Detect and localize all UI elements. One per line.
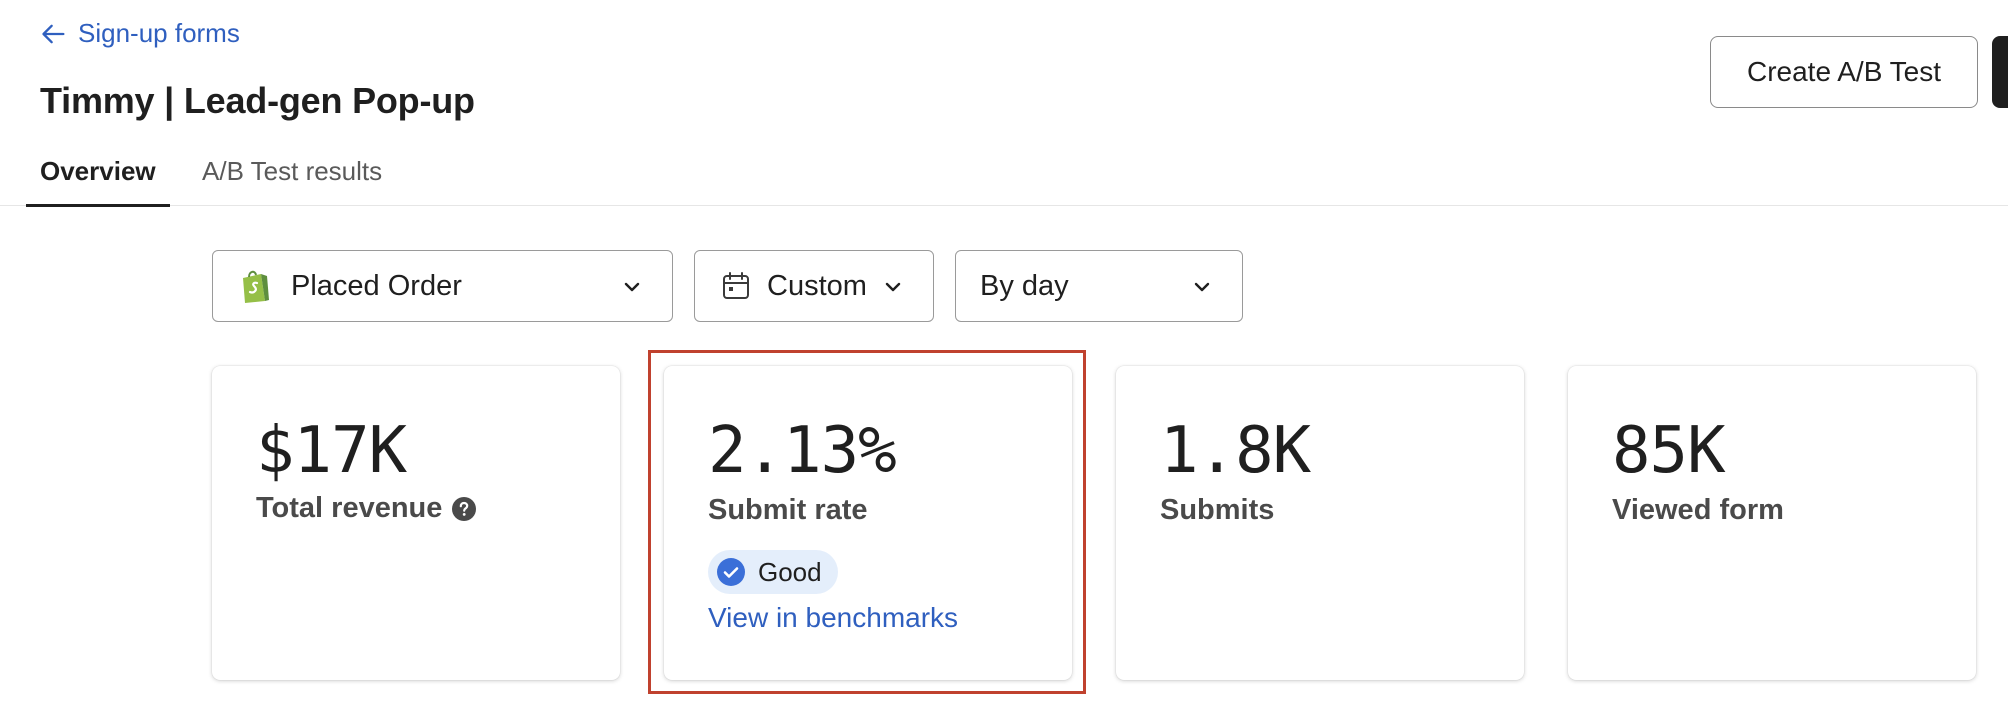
tab-ab-test-results[interactable]: A/B Test results <box>188 156 396 206</box>
total-revenue-card: $17K Total revenue <box>212 366 620 680</box>
page: Sign-up forms Timmy | Lead-gen Pop-up Cr… <box>0 0 2008 716</box>
submits-card: 1.8K Submits <box>1116 366 1524 680</box>
page-title: Timmy | Lead-gen Pop-up <box>40 80 475 121</box>
metric-select-value: Placed Order <box>291 269 462 302</box>
chevron-down-icon <box>885 282 901 292</box>
submits-value: 1.8K <box>1160 414 1311 488</box>
viewed-form-label: Viewed form <box>1612 494 1784 526</box>
primary-action-button[interactable] <box>1992 36 2008 108</box>
status-badge-label: Good <box>758 556 822 587</box>
total-revenue-label: Total revenue <box>256 492 443 524</box>
group-by-select[interactable]: By day <box>955 250 1243 322</box>
submits-label: Submits <box>1160 494 1275 526</box>
status-badge: Good <box>708 550 838 594</box>
help-icon[interactable] <box>452 496 477 521</box>
calendar-icon <box>723 272 749 299</box>
metric-select[interactable]: Placed Order <box>212 250 673 322</box>
total-revenue-label-row: Total revenue <box>256 492 477 525</box>
viewed-form-value: 85K <box>1612 414 1726 488</box>
shopify-icon <box>243 270 269 303</box>
chevron-down-icon <box>1194 282 1210 292</box>
view-in-benchmarks-link[interactable]: View in benchmarks <box>708 602 958 634</box>
submit-rate-value: 2.13% <box>708 414 897 488</box>
back-link-label: Sign-up forms <box>78 18 240 48</box>
chevron-down-icon <box>624 282 640 292</box>
back-to-signup-forms-link[interactable]: Sign-up forms <box>40 18 240 49</box>
date-range-select[interactable]: Custom <box>694 250 934 322</box>
arrow-left-icon <box>42 24 65 43</box>
group-by-value: By day <box>980 269 1069 302</box>
submit-rate-card: 2.13% Submit rate Good View in benchmark… <box>664 366 1072 680</box>
date-range-value: Custom <box>767 269 867 302</box>
tab-bar: Overview A/B Test results <box>0 150 2008 207</box>
submit-rate-label: Submit rate <box>708 494 868 526</box>
viewed-form-card: 85K Viewed form <box>1568 366 1976 680</box>
tab-overview[interactable]: Overview <box>26 156 170 207</box>
total-revenue-value: $17K <box>256 414 407 488</box>
check-circle-icon <box>717 558 745 586</box>
create-ab-test-button[interactable]: Create A/B Test <box>1710 36 1978 108</box>
